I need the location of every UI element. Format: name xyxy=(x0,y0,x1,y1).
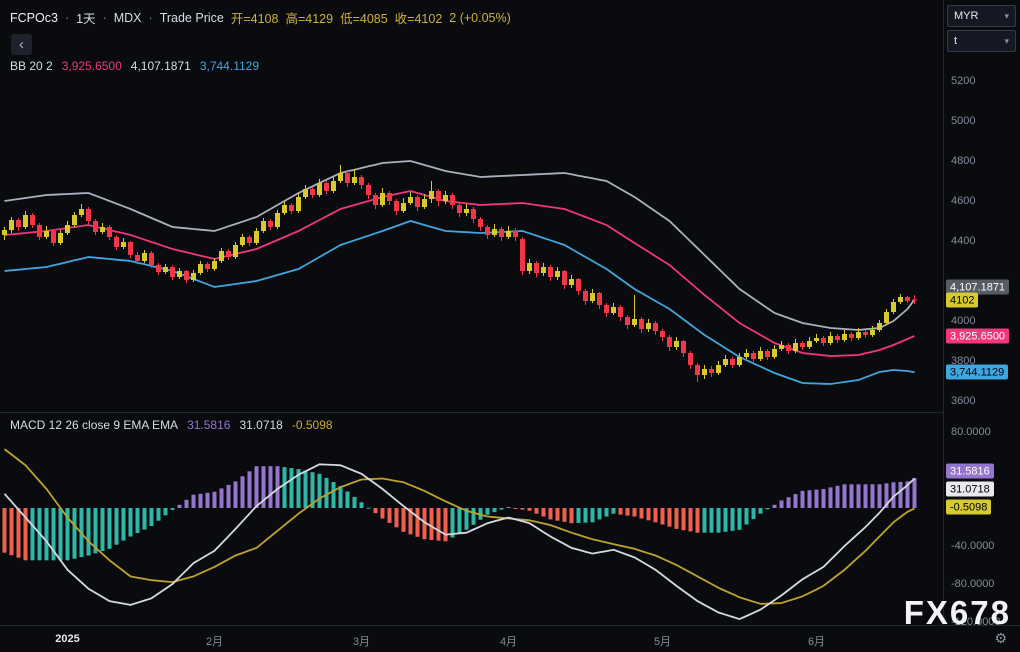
macd-hist-value: 31.5816 xyxy=(187,418,231,432)
chart-legend-header[interactable]: FCPOc3 · 1天 · MDX · Trade Price 开=4108 高… xyxy=(10,8,511,27)
price-tag: 4102 xyxy=(946,292,979,308)
price-tag: 3,925.6500 xyxy=(946,328,1010,344)
bollinger-legend[interactable]: BB 20 2 3,925.6500 4,107.1871 3,744.1129 xyxy=(10,59,259,73)
pane-divider[interactable] xyxy=(0,412,1020,413)
separator-dot: · xyxy=(102,10,107,25)
series-type-label: Trade Price xyxy=(159,10,224,25)
time-axis-label: 2月 xyxy=(205,636,224,648)
macd-tick: 80.0000 xyxy=(951,426,991,438)
change-value: 2 (+0.05%) xyxy=(449,10,511,25)
unit-value: t xyxy=(954,35,958,47)
price-tick: 4800 xyxy=(951,155,976,167)
time-axis-label: 4月 xyxy=(499,636,518,648)
chevron-down-icon: ▾ xyxy=(1004,35,1009,46)
bb-lower-value: 3,744.1129 xyxy=(199,59,259,73)
macd-signal-value: -0.5098 xyxy=(291,418,333,432)
watermark: FX678 xyxy=(903,594,1011,631)
open-value: 开=4108 xyxy=(230,12,279,26)
macd-line-value: 31.0718 xyxy=(239,418,283,432)
macd-tag: -0.5098 xyxy=(946,499,992,515)
chevron-down-icon: ▾ xyxy=(1004,10,1009,21)
price-tag: 3,744.1129 xyxy=(946,364,1009,380)
bb-upper-value: 4,107.1871 xyxy=(130,59,191,73)
separator-dot: · xyxy=(148,10,153,25)
price-tick: 4000 xyxy=(951,315,976,327)
symbol-name: FCPOc3 xyxy=(10,10,58,25)
bb-indicator-label: BB 20 2 xyxy=(10,59,53,73)
currency-dropdown[interactable]: MYR ▾ xyxy=(947,5,1016,27)
low-value: 低=4085 xyxy=(340,12,388,26)
back-arrow-icon: ‹ xyxy=(19,36,24,53)
unit-dropdown[interactable]: t ▾ xyxy=(947,30,1016,52)
time-axis-label: 5月 xyxy=(653,636,672,648)
macd-tick: -80.0000 xyxy=(951,578,995,590)
bollinger-bands xyxy=(4,160,916,385)
macd-indicator-label: MACD 12 26 close 9 EMA EMA xyxy=(10,418,179,432)
macd-pane[interactable] xyxy=(0,412,943,625)
price-tick: 5000 xyxy=(951,115,976,127)
time-axis-label: 6月 xyxy=(807,636,826,648)
time-axis-label: 3月 xyxy=(352,636,371,648)
currency-value: MYR xyxy=(954,10,979,22)
settings-gear-icon[interactable]: ⚙ xyxy=(994,631,1007,645)
time-axis[interactable]: 2025 2月 3月 4月 5月 6月 ⚙ xyxy=(0,625,1020,652)
macd-line xyxy=(3,463,916,621)
price-scale-axis[interactable]: 5200 5000 4800 4600 4400 4000 3800 3600 80.0000-… xyxy=(943,0,1020,628)
candles xyxy=(2,165,917,382)
macd-legend[interactable]: MACD 12 26 close 9 EMA EMA 31.5816 31.07… xyxy=(10,418,333,432)
exchange-label: MDX xyxy=(113,10,142,25)
macd-histogram xyxy=(2,466,917,561)
close-value: 收=4102 xyxy=(394,12,443,26)
back-button[interactable]: ‹ xyxy=(11,34,32,55)
price-tick: 3600 xyxy=(951,395,976,407)
macd-tag: 31.5816 xyxy=(946,463,994,479)
macd-tick: -40.0000 xyxy=(951,540,995,552)
price-tick: 4400 xyxy=(951,235,976,247)
macd-tag: 31.0718 xyxy=(946,481,994,497)
price-tick: 4600 xyxy=(951,195,976,207)
bb-basis-value: 3,925.6500 xyxy=(61,59,122,73)
time-axis-label: 2025 xyxy=(55,633,80,645)
interval-label: 1天 xyxy=(76,12,96,26)
price-tick: 5200 xyxy=(951,75,976,87)
separator-dot: · xyxy=(64,10,70,25)
high-value: 高=4129 xyxy=(285,12,334,26)
